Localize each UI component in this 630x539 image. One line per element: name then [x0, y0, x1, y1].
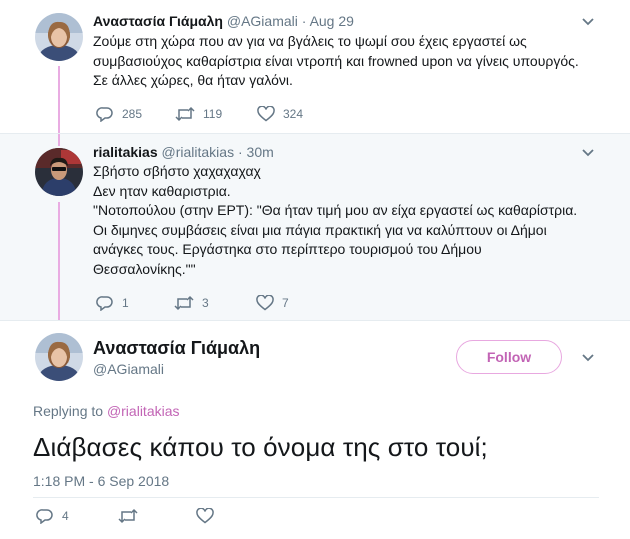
username[interactable]: @AGiamali [227, 13, 298, 29]
avatar[interactable] [35, 13, 83, 61]
display-name[interactable]: Αναστασία Γιάμαλη [93, 338, 260, 359]
chevron-down-icon[interactable] [581, 17, 595, 27]
reply-button[interactable]: 4 [36, 508, 118, 524]
tweet-text-line: Σε άλλες χώρες, θα ήταν γαλόνι. [93, 72, 293, 88]
like-icon [196, 508, 214, 524]
tweet-text-line: Δεν ηταν καθαριστρια. [93, 182, 231, 199]
tweet-actions: 4 [36, 508, 214, 524]
tweet-text-line: "Νοτοπούλου (στην ΕΡΤ): "Θα ήταν τιμή μο… [93, 202, 578, 218]
retweet-icon [118, 508, 138, 524]
like-button[interactable] [196, 508, 214, 524]
reply-button[interactable]: 1 [96, 295, 174, 311]
separator: · [237, 144, 243, 160]
mention-link[interactable]: @rialitakias [107, 403, 180, 419]
tweet-text-line: Σβήστο σβήστο χαχαχαχαχ [93, 163, 261, 179]
tweet-agiamali-focused: Αναστασία Γιάμαλη @AGiamali Follow Reply… [0, 320, 630, 539]
tweet-text-line: Ζούμε στη χώρα που αν για να βγάλεις το … [93, 33, 527, 49]
like-count: 7 [282, 296, 289, 310]
tweet-actions: 1 3 7 [96, 295, 289, 311]
reply-count: 1 [122, 296, 129, 310]
like-count: 324 [283, 107, 304, 121]
reply-icon [36, 509, 53, 524]
separator: · [301, 13, 307, 29]
follow-button[interactable]: Follow [456, 340, 562, 374]
retweet-count: 119 [203, 107, 223, 121]
avatar[interactable] [35, 333, 83, 381]
divider [33, 497, 599, 498]
display-name[interactable]: Αναστασία Γιάμαλη [93, 13, 223, 29]
tweet-time[interactable]: Aug 29 [310, 13, 354, 29]
replying-to: Replying to @rialitakias [33, 403, 180, 419]
tweet-rialitakias-reply[interactable]: rialitakias @rialitakias · 30m Σβήστο σβ… [0, 133, 630, 321]
tweet-text: Διάβασες κάπου το όνομα της στο τουί; [33, 432, 488, 462]
like-icon [256, 295, 274, 311]
username[interactable]: @rialitakias [162, 144, 235, 160]
retweet-button[interactable]: 119 [175, 106, 257, 122]
retweet-button[interactable] [118, 508, 196, 524]
tweet-actions: 285 119 324 [96, 106, 303, 122]
thread-connector [58, 202, 60, 321]
tweet-agiamali-original[interactable]: Αναστασία Γιάμαλη @AGiamali · Aug 29 Ζού… [0, 0, 630, 133]
tweet-text-line: ανάγκες τους. Εργάστηκα στο περίπτερο το… [93, 241, 482, 257]
tweet-text-line: συμβασιούχος καθαρίστρια είναι ντροπή κα… [93, 52, 579, 69]
retweet-button[interactable]: 3 [174, 295, 256, 311]
like-button[interactable]: 324 [257, 106, 303, 122]
replying-to-label: Replying to [33, 403, 104, 419]
tweet-text: Ζούμε στη χώρα που αν για να βγάλεις το … [93, 32, 613, 91]
tweet-header: Αναστασία Γιάμαλη @AGiamali · Aug 29 [93, 12, 354, 30]
avatar[interactable] [35, 148, 83, 196]
reply-icon [96, 296, 113, 311]
chevron-down-icon[interactable] [581, 353, 595, 363]
retweet-icon [175, 106, 195, 122]
tweet-text-line: Οι διμηνες συμβάσεις είναι μια πάγια πρα… [93, 221, 547, 238]
reply-icon [96, 107, 113, 122]
tweet-text: Σβήστο σβήστο χαχαχαχαχ Δεν ηταν καθαρισ… [93, 162, 618, 279]
tweet-timestamp[interactable]: 1:18 PM - 6 Sep 2018 [33, 473, 169, 489]
display-name[interactable]: rialitakias [93, 144, 158, 160]
retweet-icon [174, 295, 194, 311]
like-button[interactable]: 7 [256, 295, 289, 311]
tweet-text-line: Θεσσαλονίκης."" [93, 260, 196, 277]
tweet-time[interactable]: 30m [247, 144, 274, 160]
username[interactable]: @AGiamali [93, 361, 164, 377]
reply-count: 285 [122, 107, 143, 121]
reply-button[interactable]: 285 [96, 106, 175, 122]
tweet-header: rialitakias @rialitakias · 30m [93, 143, 274, 161]
chevron-down-icon[interactable] [581, 148, 595, 158]
reply-count: 4 [62, 509, 69, 523]
like-icon [257, 106, 275, 122]
thread-connector [58, 134, 60, 146]
thread-connector [58, 66, 60, 133]
retweet-count: 3 [202, 296, 209, 310]
